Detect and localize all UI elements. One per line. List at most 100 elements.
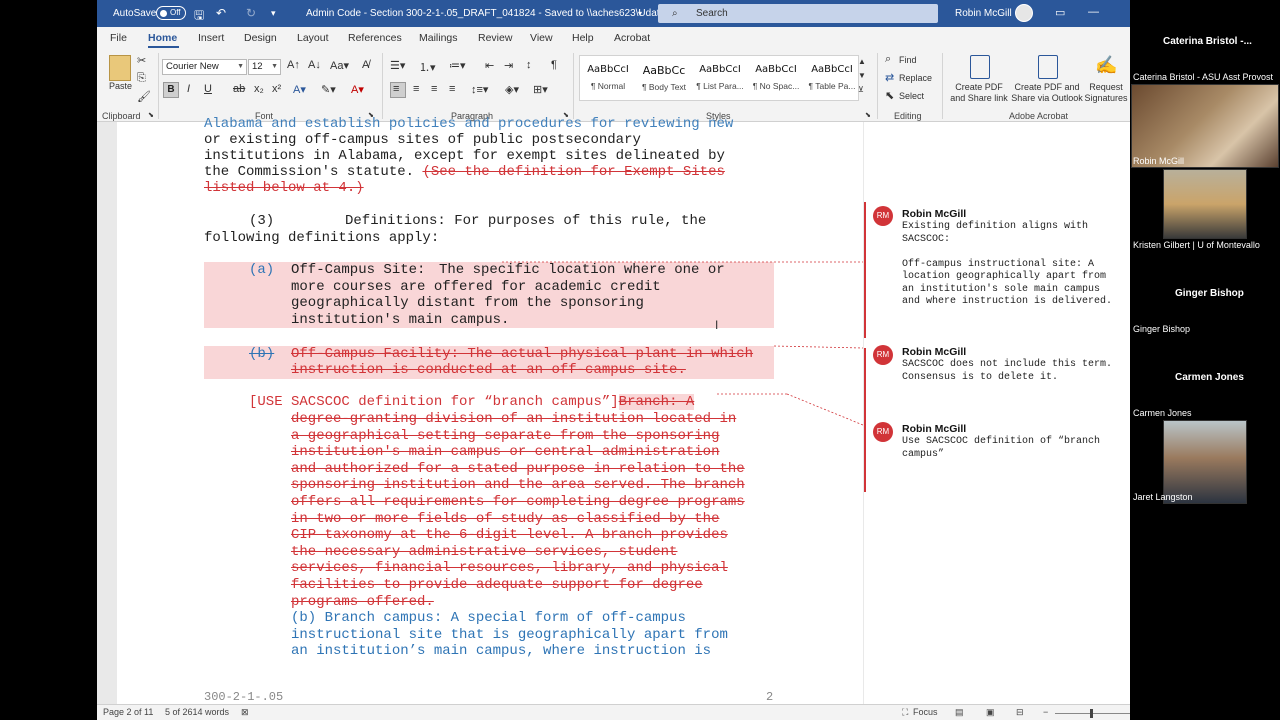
request-signatures-button[interactable]: Request Signatures bbox=[1083, 82, 1129, 104]
tab-mailings[interactable]: Mailings bbox=[419, 32, 458, 44]
line-spacing-icon[interactable]: ↕≡▾ bbox=[471, 83, 488, 96]
increase-indent-icon[interactable]: ⇥ bbox=[504, 59, 513, 72]
change-case-icon[interactable]: Aa▾ bbox=[330, 59, 349, 72]
styles-more-icon[interactable]: ⊻ bbox=[858, 85, 864, 94]
separator bbox=[158, 53, 159, 119]
style-list-paragraph[interactable]: AaBbCcI ¶ List Para... bbox=[692, 60, 748, 98]
style-body-text[interactable]: AaBbCc ¶ Body Text bbox=[636, 60, 692, 98]
font-color-icon[interactable]: A▾ bbox=[351, 83, 364, 96]
paste-label[interactable]: Paste bbox=[109, 81, 132, 91]
tab-acrobat[interactable]: Acrobat bbox=[614, 32, 650, 44]
tab-file[interactable]: File bbox=[110, 32, 127, 44]
cut-icon[interactable]: ✂ bbox=[137, 54, 146, 67]
word-count[interactable]: 5 of 2614 words bbox=[165, 707, 229, 717]
paste-icon[interactable] bbox=[109, 55, 131, 81]
web-layout-icon[interactable]: ⊟ bbox=[1016, 707, 1024, 718]
undo-icon[interactable]: ↶ bbox=[216, 6, 226, 20]
shading-icon[interactable]: ◈▾ bbox=[505, 83, 519, 96]
doc-text: the Commission's statute. bbox=[204, 164, 423, 180]
tab-insert[interactable]: Insert bbox=[198, 32, 224, 44]
redo-icon[interactable]: ↻ bbox=[246, 6, 256, 20]
focus-button[interactable]: Focus bbox=[913, 707, 938, 717]
decrease-indent-icon[interactable]: ⇤ bbox=[485, 59, 494, 72]
deleted-text: CIP taxonomy at the 6-digit level. A bra… bbox=[291, 527, 728, 544]
pdf-outlook-icon[interactable] bbox=[1038, 55, 1058, 79]
style-preview: AaBbCcI bbox=[811, 64, 853, 75]
participant-caption: Caterina Bristol - ASU Asst Provost bbox=[1133, 72, 1274, 82]
autosave-toggle[interactable]: Off bbox=[156, 6, 186, 20]
user-name[interactable]: Robin McGill bbox=[955, 8, 1012, 19]
style-table-paragraph[interactable]: AaBbCcI ¶ Table Pa... bbox=[804, 60, 860, 98]
grow-font-icon[interactable]: A↑ bbox=[287, 59, 300, 71]
customize-toolbar-icon[interactable]: ▾ bbox=[271, 8, 276, 19]
format-painter-icon[interactable]: 🖌 bbox=[137, 90, 151, 103]
participant-caption: Ginger Bishop bbox=[1133, 324, 1191, 334]
underline-button[interactable]: U bbox=[204, 83, 212, 95]
print-layout-icon[interactable]: ▣ bbox=[986, 707, 995, 718]
font-name-value: Courier New bbox=[166, 61, 219, 72]
bold-button[interactable]: B bbox=[163, 82, 179, 98]
align-right-icon[interactable]: ≡ bbox=[431, 83, 437, 95]
clear-formatting-icon[interactable]: A̸ bbox=[362, 59, 369, 71]
superscript-button[interactable]: x² bbox=[272, 83, 281, 95]
style-no-spacing[interactable]: AaBbCcI ¶ No Spac... bbox=[748, 60, 804, 98]
tab-design[interactable]: Design bbox=[244, 32, 277, 44]
create-pdf-outlook-button[interactable]: Create PDF and Share via Outlook bbox=[1009, 82, 1085, 104]
minimize-icon[interactable]: — bbox=[1088, 6, 1099, 18]
align-left-icon: ≡ bbox=[393, 83, 400, 95]
document-page[interactable]: Alabama and establish policies and proce… bbox=[117, 116, 863, 704]
zoom-slider-thumb[interactable] bbox=[1090, 709, 1093, 718]
page-count[interactable]: Page 2 of 11 bbox=[103, 707, 153, 717]
separator bbox=[382, 53, 383, 119]
style-normal[interactable]: AaBbCcI ¶ Normal bbox=[580, 60, 636, 98]
deleted-text: and authorized for a stated purpose in r… bbox=[291, 460, 745, 477]
tab-home[interactable]: Home bbox=[148, 32, 177, 44]
search-box[interactable]: ⌕ Search bbox=[658, 4, 938, 23]
create-pdf-link-button[interactable]: Create PDF and Share link bbox=[949, 82, 1009, 104]
ribbon-display-icon[interactable]: ▭ bbox=[1055, 6, 1065, 19]
show-formatting-icon[interactable]: ¶ bbox=[551, 59, 557, 71]
pdf-link-icon[interactable] bbox=[970, 55, 990, 79]
tab-references[interactable]: References bbox=[348, 32, 402, 44]
accessibility-icon[interactable]: ⊠ bbox=[241, 707, 249, 718]
tab-review[interactable]: Review bbox=[478, 32, 512, 44]
deleted-text: (See the definition for Exempt Sites bbox=[422, 164, 725, 180]
title-dropdown-icon[interactable]: ▾ bbox=[638, 9, 642, 18]
styles-scroll-up-icon[interactable]: ▲ bbox=[858, 57, 866, 66]
borders-icon[interactable]: ⊞▾ bbox=[533, 83, 548, 96]
font-size-combo[interactable]: 12 ▼ bbox=[248, 59, 281, 75]
participant-video[interactable] bbox=[1163, 169, 1247, 239]
save-icon[interactable]: 🖫 bbox=[194, 6, 204, 27]
deleted-text: services, financial resources, library, … bbox=[291, 560, 728, 577]
italic-button[interactable]: I bbox=[187, 83, 190, 95]
justify-icon[interactable]: ≡ bbox=[449, 83, 455, 95]
comment-avatar: RM bbox=[873, 206, 893, 226]
tab-help[interactable]: Help bbox=[572, 32, 594, 44]
tab-layout[interactable]: Layout bbox=[297, 32, 329, 44]
align-center-icon[interactable]: ≡ bbox=[413, 83, 419, 95]
tab-view[interactable]: View bbox=[530, 32, 553, 44]
zoom-out-icon[interactable]: − bbox=[1043, 707, 1048, 717]
text-effects-icon[interactable]: A▾ bbox=[293, 83, 306, 96]
styles-scroll-down-icon[interactable]: ▼ bbox=[858, 71, 866, 80]
multilevel-list-icon[interactable]: ≔▾ bbox=[449, 59, 466, 72]
shrink-font-icon[interactable]: A↓ bbox=[308, 59, 321, 71]
select-button[interactable]: Select bbox=[899, 91, 924, 101]
subscript-button[interactable]: x₂ bbox=[254, 83, 264, 95]
user-avatar[interactable] bbox=[1015, 4, 1033, 22]
sort-icon[interactable]: ↕ bbox=[526, 59, 532, 71]
numbering-icon[interactable]: ⒈▾ bbox=[419, 59, 436, 75]
find-button[interactable]: Find bbox=[899, 55, 917, 65]
replace-button[interactable]: Replace bbox=[899, 73, 932, 83]
read-mode-icon[interactable]: ▤ bbox=[955, 707, 964, 718]
copy-icon[interactable]: ⎘ bbox=[137, 72, 146, 85]
styles-launcher-icon[interactable]: ⬊ bbox=[865, 111, 871, 119]
signature-icon[interactable]: ✍ bbox=[1095, 55, 1117, 76]
bullets-icon[interactable]: ☰▾ bbox=[390, 59, 405, 72]
clipboard-launcher-icon[interactable]: ⬊ bbox=[148, 111, 154, 119]
deleted-text: facilities to provide adequate support f… bbox=[291, 577, 703, 593]
font-name-combo[interactable]: Courier New ▼ bbox=[162, 59, 247, 75]
strikethrough-button[interactable]: ab bbox=[233, 83, 245, 95]
highlight-color-icon[interactable]: ✎▾ bbox=[321, 83, 336, 96]
font-size-value: 12 bbox=[252, 61, 263, 72]
